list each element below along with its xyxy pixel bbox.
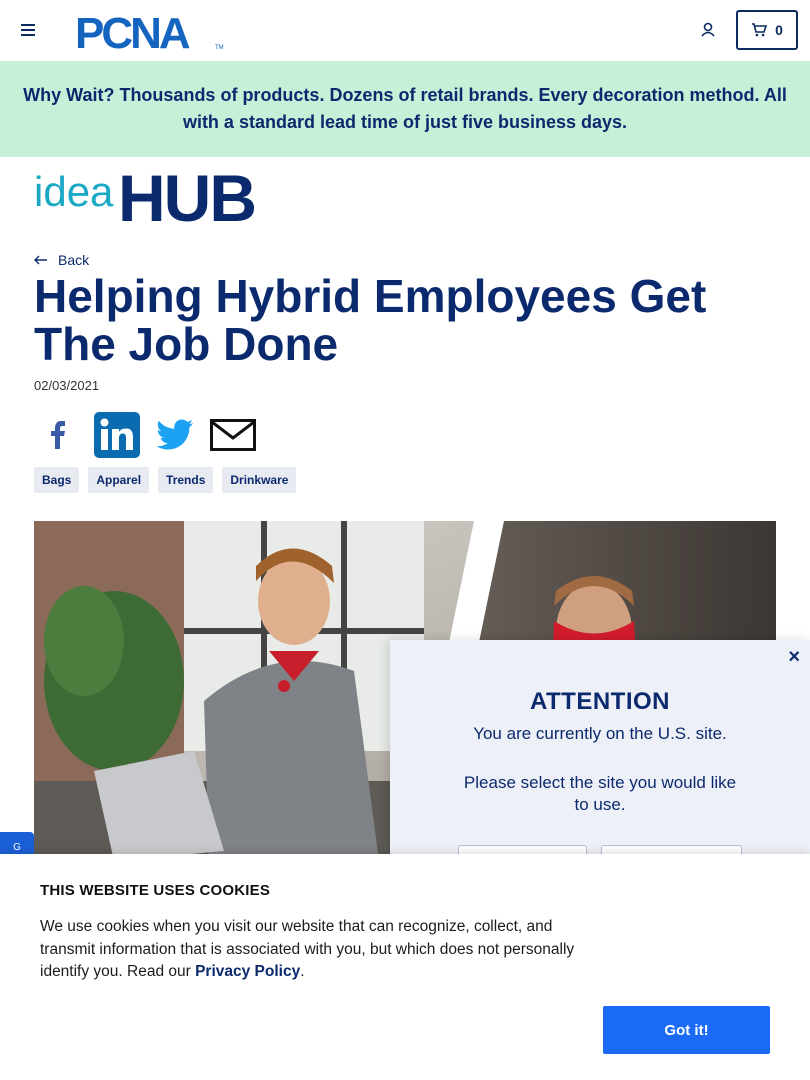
linkedin-icon[interactable] [94,412,140,458]
cookie-text: We use cookies when you visit our websit… [40,916,610,984]
cookie-heading: THIS WEBSITE USES COOKIES [40,882,271,899]
tag-bags[interactable]: Bags [34,467,80,493]
ideahub-logo[interactable]: idea HUB [34,164,294,224]
menu-icon[interactable] [21,24,35,36]
page-title: Helping Hybrid Employees Get The Job Don… [34,270,707,370]
twitter-icon[interactable] [152,412,198,458]
promo-banner: Why Wait? Thousands of products. Dozens … [0,61,810,157]
facebook-icon[interactable] [36,412,82,458]
attention-modal: × ATTENTION You are currently on the U.S… [390,640,810,875]
promo-text: Why Wait? Thousands of products. Dozens … [23,85,787,132]
got-it-button[interactable]: Got it! [603,1006,770,1054]
cookie-banner: THIS WEBSITE USES COOKIES We use cookies… [0,854,810,1080]
privacy-policy-link[interactable]: Privacy Policy [195,963,300,980]
cart-icon [752,23,768,37]
ideahub-hub-text: HUB [118,164,255,224]
attention-message-select-site: Please select the site you would like to… [463,773,737,814]
tag-drinkware[interactable]: Drinkware [222,467,297,493]
cookie-text-body: We use cookies when you visit our websit… [40,918,575,980]
cookie-text-end: . [300,963,305,980]
feedback-tab-label: G [13,841,21,853]
logo-text: PCNA [75,10,190,52]
cart-button[interactable]: 0 [736,10,798,50]
attention-message-current-site: You are currently on the U.S. site. [473,724,727,743]
arrow-left-icon [34,255,47,265]
tag-list: Bags Apparel Trends Drinkware [34,467,297,493]
back-label: Back [58,252,90,268]
email-icon[interactable] [210,412,256,458]
tag-trends[interactable]: Trends [158,467,214,493]
cart-count: 0 [775,22,783,38]
logo-trademark: TM [215,45,224,51]
ideahub-idea-text: idea [34,168,114,215]
post-date: 02/03/2021 [34,378,100,393]
account-icon[interactable] [698,20,718,40]
share-icons [36,412,256,458]
site-header: PCNA TM 0 [0,0,810,61]
close-icon[interactable]: × [788,646,800,669]
tag-apparel[interactable]: Apparel [88,467,150,493]
attention-heading: ATTENTION [529,688,671,715]
pcna-logo[interactable]: PCNA TM [75,10,225,52]
back-link[interactable]: Back [34,252,89,268]
